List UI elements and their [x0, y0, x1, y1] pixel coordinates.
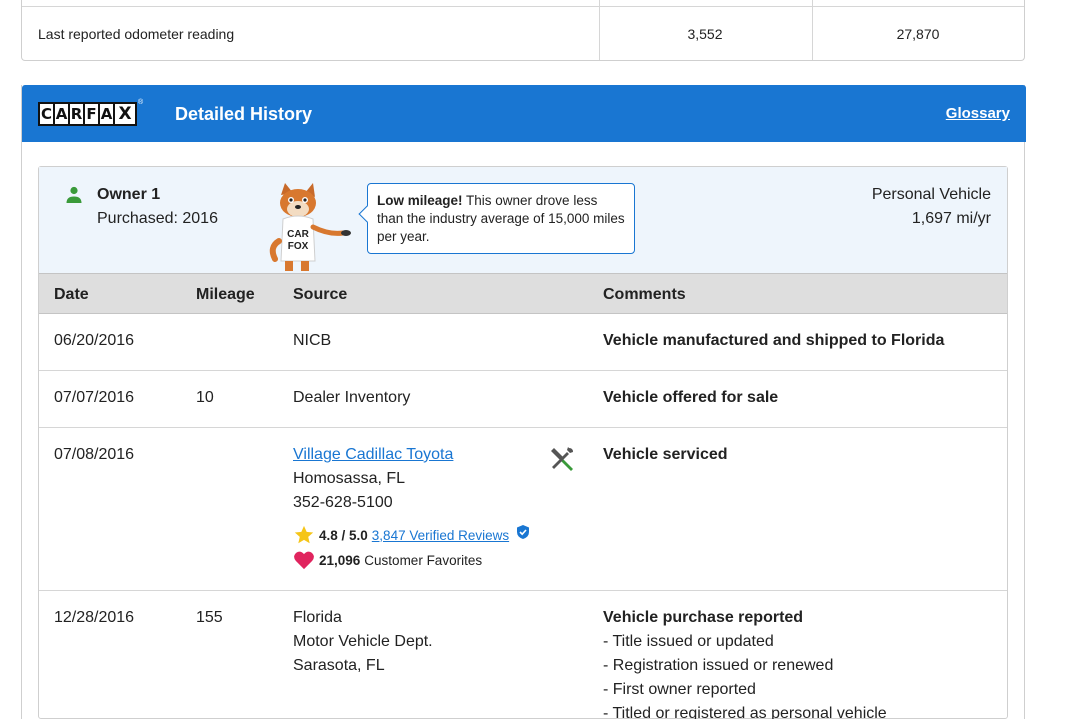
row-detail: - Registration issued or renewed [603, 657, 834, 674]
favorites-count: 21,096 [319, 552, 361, 568]
odometer-value-2: 27,870 [896, 26, 940, 42]
dealer-link[interactable]: Village Cadillac Toyota [293, 443, 453, 467]
odometer-label: Last reported odometer reading [38, 26, 235, 42]
tooltip-title: Low mileage! [377, 193, 463, 208]
row-source-line: Sarasota, FL [293, 657, 385, 674]
low-mileage-tooltip: Low mileage! This owner drove less than … [358, 183, 635, 254]
row-source-line: Florida [293, 609, 342, 626]
verified-shield-icon [517, 525, 530, 539]
table-row: 06/20/2016 NICB Vehicle manufactured and… [39, 314, 1007, 371]
row-mileage: 155 [196, 609, 223, 626]
row-date: 07/07/2016 [54, 389, 135, 406]
row-comment: Vehicle serviced [603, 446, 728, 463]
odometer-value-1: 3,552 [687, 26, 723, 42]
odometer-summary-table: Last reported odometer reading 3,552 27,… [21, 0, 1025, 61]
owner-card: Owner 1 Purchased: 2016 CAR FOX Low mile… [38, 166, 1008, 719]
row-mileage: 10 [196, 389, 214, 406]
row-comment: Vehicle offered for sale [603, 389, 779, 406]
owner-purchased: Purchased: 2016 [97, 210, 218, 227]
row-comment: Vehicle purchase reported [603, 609, 804, 626]
registered-mark: ® [138, 99, 144, 106]
table-row: 07/07/2016 10 Dealer Inventory Vehicle o… [39, 371, 1007, 428]
row-date: 12/28/2016 [54, 609, 135, 626]
row-source-line: Motor Vehicle Dept. [293, 633, 433, 650]
glossary-link[interactable]: Glossary [946, 105, 1010, 122]
carfax-logo: C A R F A X ® [38, 99, 144, 126]
service-tools-icon [551, 447, 573, 471]
heart-icon [294, 551, 314, 570]
carfox-mascot-icon: CAR FOX [269, 183, 351, 271]
column-header-comments: Comments [603, 286, 686, 303]
logo-letter: X [113, 102, 137, 126]
svg-text:CAR: CAR [287, 229, 309, 240]
history-table-header: Date Mileage Source Comments [39, 273, 1007, 314]
owner-banner: Owner 1 Purchased: 2016 CAR FOX Low mile… [39, 167, 1007, 273]
svg-text:FOX: FOX [288, 241, 309, 252]
row-source: Dealer Inventory [293, 389, 411, 406]
favorites-label: Customer Favorites [364, 552, 483, 568]
dealer-phone: 352-628-5100 [293, 494, 393, 511]
customer-favorites: 21,096 Customer Favorites [293, 550, 482, 570]
column-header-mileage: Mileage [196, 286, 255, 303]
dealer-city: Homosassa, FL [293, 470, 406, 487]
mileage-rate: 1,697 mi/yr [911, 210, 991, 227]
verified-reviews-link[interactable]: 3,847 Verified Reviews [372, 528, 509, 543]
owner-title: Owner 1 [97, 186, 161, 203]
row-detail: - Title issued or updated [603, 633, 774, 650]
history-header: C A R F A X ® Detailed History Glossary [22, 85, 1026, 142]
column-header-source: Source [293, 286, 348, 303]
rating-value: 4.8 / 5.0 [319, 527, 368, 543]
row-source: NICB [293, 332, 332, 349]
row-date: 07/08/2016 [54, 446, 135, 463]
row-date: 06/20/2016 [54, 332, 135, 349]
table-row: 12/28/2016 155 Florida Motor Vehicle Dep… [39, 591, 1007, 719]
row-detail: - Titled or registered as personal vehic… [603, 705, 887, 719]
vehicle-type: Personal Vehicle [871, 186, 991, 203]
tooltip-arrow [358, 205, 376, 223]
dealer-rating: 4.8 / 5.0 3,847 Verified Reviews [293, 524, 530, 546]
divider [22, 6, 1024, 7]
section-title: Detailed History [175, 104, 313, 124]
row-detail: - First owner reported [603, 681, 756, 698]
table-row: 07/08/2016 Village Cadillac Toyota Homos… [39, 428, 1007, 591]
column-header-date: Date [54, 286, 89, 303]
row-comment: Vehicle manufactured and shipped to Flor… [603, 332, 945, 349]
star-icon [294, 525, 314, 544]
person-icon [66, 186, 82, 203]
